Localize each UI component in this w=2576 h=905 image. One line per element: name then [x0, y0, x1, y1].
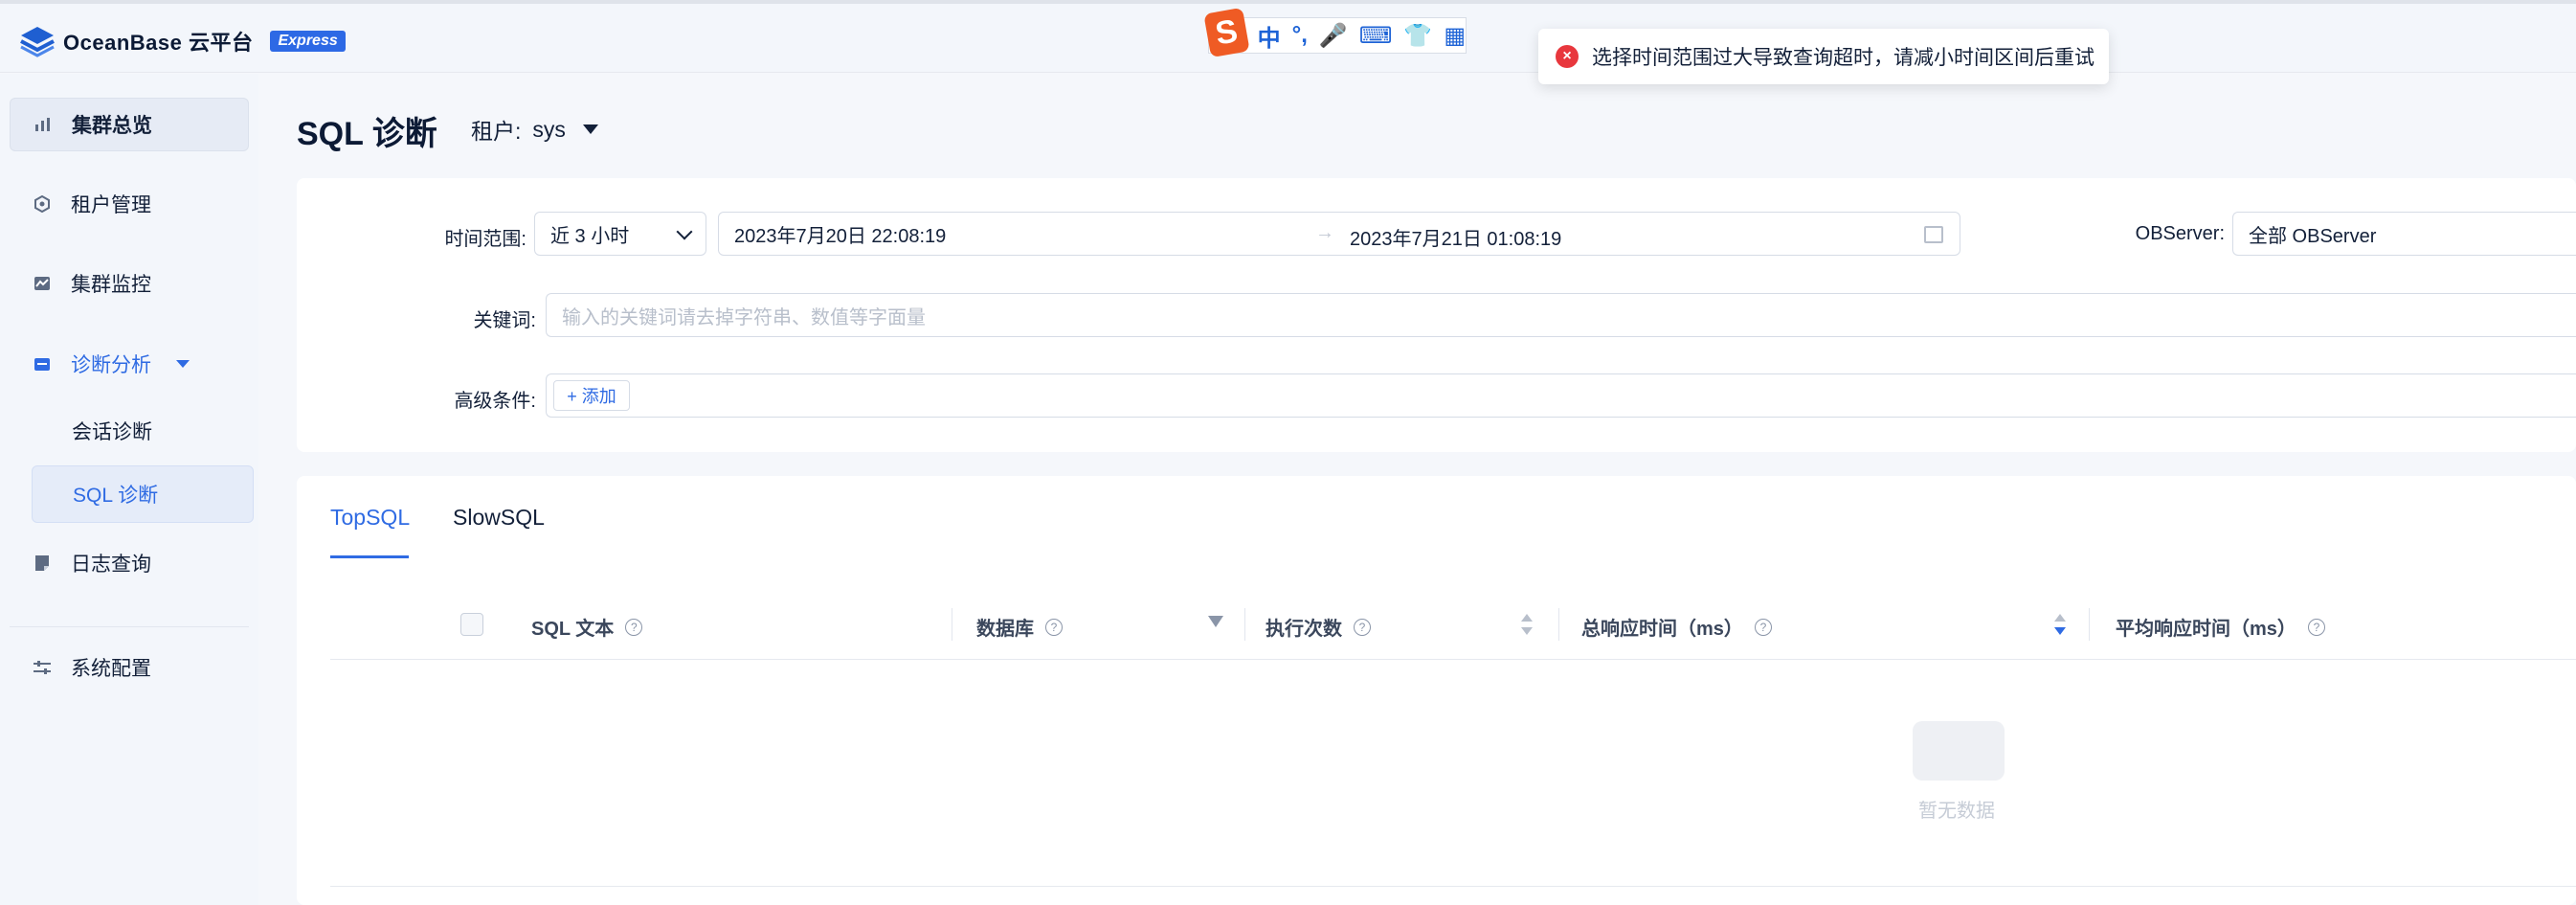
empty-state-text: 暂无数据: [1918, 801, 1995, 822]
sidebar-item-label: 会话诊断: [72, 421, 152, 443]
active-tab-indicator: [330, 555, 409, 558]
sort-icon[interactable]: [1521, 614, 1533, 635]
keyword-label: 关键词:: [473, 310, 536, 331]
sidebar-item-label: 集群监控: [71, 274, 151, 296]
sidebar-item-session-diagnosis[interactable]: 会话诊断: [32, 402, 254, 460]
tenant-label: 租户:: [471, 119, 522, 144]
tenant-selector[interactable]: 租户: sys: [471, 113, 598, 146]
column-label: 数据库: [976, 619, 1034, 640]
time-range-value: 近 3 小时: [550, 225, 630, 247]
table-bottom-border: [330, 886, 2576, 887]
advanced-conditions-field: [546, 373, 2576, 418]
sidebar-item-cluster-overview[interactable]: 集群总览: [10, 98, 249, 151]
help-icon[interactable]: ?: [1354, 618, 1371, 636]
calendar-icon: [33, 354, 52, 373]
sidebar-item-system-config[interactable]: 系统配置: [10, 641, 249, 694]
column-avg-response-time[interactable]: 平均响应时间（ms） ?: [2116, 613, 2325, 641]
toast-message: 选择时间范围过大导致查询超时，请减小时间区间后重试: [1592, 47, 2094, 69]
sidebar-item-label: 诊断分析: [71, 354, 151, 376]
line-chart-icon: [33, 274, 52, 293]
empty-inbox-icon: [1913, 721, 2005, 781]
chevron-down-icon: [676, 223, 693, 240]
results-panel: [297, 476, 2576, 905]
skin-shirt-icon[interactable]: 👕: [1403, 22, 1432, 50]
column-divider: [2089, 608, 2090, 641]
time-range-select[interactable]: 近 3 小时: [534, 212, 706, 256]
column-label: 执行次数: [1266, 619, 1342, 640]
tab-slowsql[interactable]: SlowSQL: [453, 505, 545, 531]
app-name: OceanBase 云平台: [63, 31, 254, 55]
keyword-input[interactable]: 输入的关键词请去掉字符串、数值等字面量: [546, 293, 2576, 337]
column-divider: [1244, 608, 1245, 641]
sidebar-item-label: 租户管理: [71, 194, 151, 216]
sidebar: 集群总览 租户管理 集群监控 诊断分析 会话诊断 SQL 诊断 日志查询 系统配…: [0, 74, 258, 905]
observer-value: 全部 OBServer: [2249, 225, 2377, 247]
sidebar-item-sql-diagnosis[interactable]: SQL 诊断: [32, 465, 254, 523]
bar-chart-icon: [34, 115, 53, 134]
sidebar-item-diagnosis[interactable]: 诊断分析: [10, 337, 249, 391]
sogou-s-icon[interactable]: S: [1203, 7, 1250, 58]
select-all-checkbox[interactable]: [460, 613, 483, 636]
column-label: 平均响应时间（ms）: [2116, 619, 2296, 640]
calendar-icon[interactable]: [1924, 226, 1943, 243]
time-range-label: 时间范围:: [444, 229, 526, 250]
sidebar-item-label: 日志查询: [71, 554, 151, 576]
column-exec-count[interactable]: 执行次数 ?: [1266, 613, 1371, 641]
help-icon[interactable]: ?: [1754, 618, 1772, 636]
sliders-icon: [33, 658, 52, 677]
advanced-conditions-label: 高级条件:: [454, 391, 536, 412]
caret-down-icon: [582, 124, 598, 134]
add-condition-button[interactable]: + 添加: [553, 380, 630, 411]
observer-label: OBServer:: [2135, 223, 2225, 244]
sidebar-item-label: SQL 诊断: [73, 485, 159, 507]
tab-topsql[interactable]: TopSQL: [330, 505, 410, 531]
keyword-placeholder: 输入的关键词请去掉字符串、数值等字面量: [562, 306, 926, 328]
column-label: SQL 文本: [531, 619, 615, 640]
logo[interactable]: OceanBase 云平台 Express: [19, 23, 346, 59]
error-icon: ×: [1556, 45, 1579, 68]
ime-toolbar: S 中 °, 🎤 ⌨ 👕 ▦: [1203, 7, 1467, 58]
ime-punctuation[interactable]: °,: [1292, 22, 1308, 49]
sidebar-divider: [10, 626, 249, 627]
oceanbase-logo-icon: [20, 27, 55, 57]
sidebar-item-label: 集群总览: [72, 115, 152, 137]
column-total-response-time[interactable]: 总响应时间（ms） ?: [1581, 613, 1772, 641]
hexagon-icon: [33, 194, 52, 214]
ime-chinese-mode[interactable]: 中: [1258, 19, 1281, 53]
toolbox-grid-icon[interactable]: ▦: [1444, 22, 1466, 50]
filter-icon[interactable]: [1208, 616, 1223, 627]
end-datetime: 2023年7月21日 01:08:19: [1350, 229, 1562, 250]
microphone-icon[interactable]: 🎤: [1319, 22, 1348, 50]
column-divider: [1558, 608, 1559, 641]
column-database[interactable]: 数据库 ?: [976, 613, 1063, 641]
sidebar-item-tenant-management[interactable]: 租户管理: [10, 177, 249, 231]
column-sql-text[interactable]: SQL 文本 ?: [531, 613, 643, 641]
sidebar-item-cluster-monitor[interactable]: 集群监控: [10, 257, 249, 310]
help-icon[interactable]: ?: [1045, 618, 1063, 636]
sidebar-item-label: 系统配置: [71, 658, 151, 680]
column-label: 总响应时间（ms）: [1581, 619, 1743, 640]
document-icon: [33, 554, 52, 573]
sort-desc-icon[interactable]: [2054, 614, 2066, 635]
page-title: SQL 诊断: [297, 116, 437, 152]
help-icon[interactable]: ?: [625, 618, 643, 636]
keyboard-icon[interactable]: ⌨: [1359, 22, 1393, 50]
observer-select[interactable]: 全部 OBServer: [2232, 212, 2576, 256]
edition-badge: Express: [270, 31, 346, 52]
error-toast: × 选择时间范围过大导致查询超时，请减小时间区间后重试: [1538, 29, 2109, 84]
range-arrow: →: [1315, 222, 1334, 243]
date-range-picker[interactable]: 2023年7月20日 22:08:19: [718, 212, 1960, 256]
caret-down-icon: [176, 360, 190, 368]
help-icon[interactable]: ?: [2307, 618, 2325, 636]
tenant-value: sys: [532, 116, 566, 142]
sidebar-item-log-query[interactable]: 日志查询: [10, 536, 249, 590]
start-datetime: 2023年7月20日 22:08:19: [734, 225, 947, 247]
